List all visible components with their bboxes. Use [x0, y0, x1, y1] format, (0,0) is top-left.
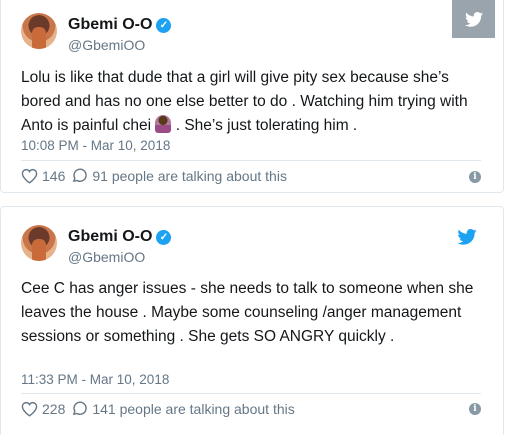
- tweet-card[interactable]: Gbemi O-O ✓ @GbemiOO Lolu is like that d…: [0, 0, 504, 193]
- heart-icon: [21, 168, 38, 184]
- avatar[interactable]: [21, 13, 57, 49]
- tweet-actions: 146 91 people are talking about this: [21, 167, 293, 184]
- author-handle[interactable]: @GbemiOO: [68, 37, 145, 53]
- comment-icon: [73, 168, 88, 183]
- info-icon[interactable]: i: [469, 403, 481, 415]
- like-count: 146: [42, 167, 66, 184]
- reply-button[interactable]: 91 people are talking about this: [71, 167, 287, 184]
- tweet-text-tail: . She’s just tolerating him .: [175, 117, 358, 134]
- divider: [21, 393, 481, 394]
- verified-badge-icon: ✓: [156, 229, 172, 245]
- tweet-text: Lolu is like that dude that a girl will …: [21, 66, 483, 138]
- like-count: 228: [42, 400, 66, 417]
- woman-facepalming-icon: [155, 115, 172, 133]
- divider: [21, 160, 481, 161]
- info-icon[interactable]: i: [469, 171, 481, 183]
- tweet-actions: 228 141 people are talking about this: [21, 400, 301, 417]
- author-name-text[interactable]: Gbemi O-O: [68, 16, 152, 34]
- reply-button[interactable]: 141 people are talking about this: [71, 400, 295, 417]
- twitter-bird-icon[interactable]: [452, 0, 495, 38]
- author-name-text[interactable]: Gbemi O-O: [68, 228, 152, 246]
- talking-count: 141 people are talking about this: [92, 400, 295, 417]
- author-handle[interactable]: @GbemiOO: [68, 249, 145, 265]
- talking-count: 91 people are talking about this: [92, 167, 287, 184]
- author-name[interactable]: Gbemi O-O ✓: [68, 228, 172, 246]
- tweet-timestamp[interactable]: 11:33 PM - Mar 10, 2018: [21, 372, 169, 387]
- heart-icon: [21, 401, 38, 417]
- comment-icon: [73, 401, 88, 416]
- verified-badge-icon: ✓: [156, 17, 172, 33]
- tweet-card[interactable]: Gbemi O-O ✓ @GbemiOO Cee C has anger iss…: [0, 206, 504, 435]
- tweet-text: Cee C has anger issues - she needs to ta…: [21, 280, 474, 345]
- twitter-bird-icon[interactable]: [457, 229, 477, 250]
- author-name[interactable]: Gbemi O-O ✓: [68, 16, 172, 34]
- like-button[interactable]: 146: [21, 168, 65, 184]
- like-button[interactable]: 228: [21, 401, 65, 417]
- avatar[interactable]: [21, 225, 57, 261]
- tweet-timestamp[interactable]: 10:08 PM - Mar 10, 2018: [21, 138, 170, 153]
